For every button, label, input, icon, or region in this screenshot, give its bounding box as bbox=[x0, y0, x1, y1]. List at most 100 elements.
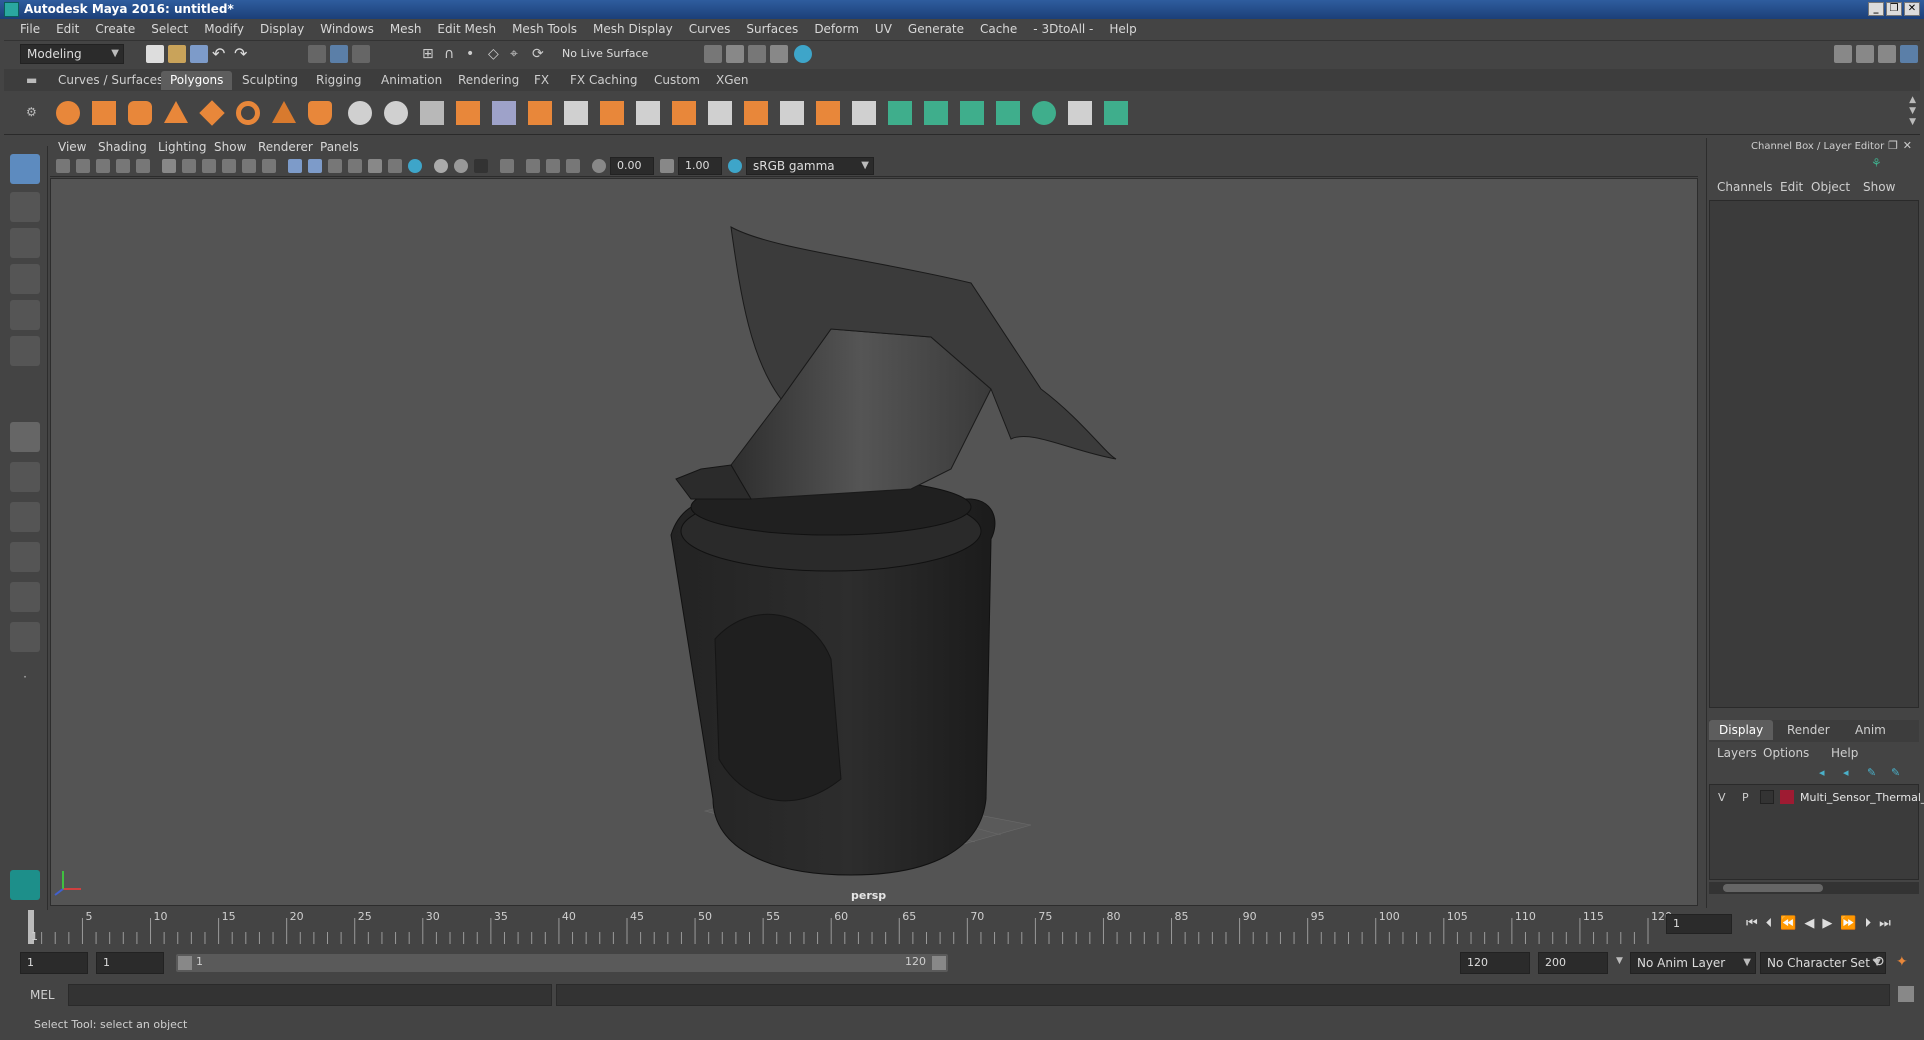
tab-rigging[interactable]: Rigging bbox=[307, 71, 370, 90]
menu-select[interactable]: Select bbox=[143, 22, 196, 36]
grease-pencil-icon[interactable] bbox=[136, 159, 150, 173]
bevel-icon[interactable] bbox=[564, 101, 588, 125]
textured-icon[interactable] bbox=[368, 159, 382, 173]
minimize-icon[interactable]: _ bbox=[1868, 2, 1884, 16]
step-forward-key-icon[interactable]: ⏩ bbox=[1840, 916, 1864, 931]
ipr-render-icon[interactable] bbox=[748, 45, 766, 63]
wireframe-icon[interactable] bbox=[288, 159, 302, 173]
uv-auto-icon[interactable] bbox=[996, 101, 1020, 125]
grid-toggle-icon[interactable] bbox=[162, 159, 176, 173]
panel-menu-lighting[interactable]: Lighting bbox=[158, 140, 207, 154]
snap-point-icon[interactable]: • bbox=[466, 45, 484, 63]
menu-create[interactable]: Create bbox=[87, 22, 143, 36]
redo-icon[interactable]: ↷ bbox=[234, 45, 252, 63]
snap-curve-icon[interactable]: ∩ bbox=[444, 45, 462, 63]
tab-rendering[interactable]: Rendering bbox=[449, 71, 528, 90]
uv-editor-icon[interactable] bbox=[1104, 101, 1128, 125]
shelf-menu-icon[interactable]: ▬ bbox=[26, 73, 37, 87]
lasso-tool-icon[interactable] bbox=[10, 192, 40, 222]
layer-menu-options[interactable]: Options bbox=[1763, 746, 1809, 760]
animation-preferences-icon[interactable]: ✦ bbox=[1896, 954, 1908, 970]
playback-start-field[interactable]: 1 bbox=[96, 952, 164, 974]
camera-attributes-icon[interactable] bbox=[76, 159, 90, 173]
color-management-icon[interactable] bbox=[728, 159, 742, 173]
snap-view-plane-icon[interactable]: ◇ bbox=[488, 45, 506, 63]
menu-generate[interactable]: Generate bbox=[900, 22, 972, 36]
menu-windows[interactable]: Windows bbox=[312, 22, 382, 36]
shelf-settings-icon[interactable]: ⚙ bbox=[26, 105, 37, 119]
panel-menu-shading[interactable]: Shading bbox=[98, 140, 147, 154]
auto-key-icon[interactable]: ⟲ bbox=[1872, 954, 1884, 970]
range-end-handle[interactable] bbox=[932, 956, 946, 970]
shelf-scroll-icon[interactable]: ▲ ▼ ▼ bbox=[1909, 95, 1916, 128]
more-layouts-icon[interactable]: · bbox=[10, 662, 40, 692]
sculpt-icon[interactable] bbox=[852, 101, 876, 125]
poly-sphere-icon[interactable] bbox=[56, 101, 80, 125]
outliner-layout-icon[interactable] bbox=[10, 622, 40, 652]
go-to-end-icon[interactable]: ⏭ bbox=[1879, 916, 1899, 931]
channel-list[interactable] bbox=[1709, 200, 1919, 708]
layer-tab-display[interactable]: Display bbox=[1709, 720, 1774, 740]
select-object-icon[interactable] bbox=[330, 45, 348, 63]
tab-fx-caching[interactable]: FX Caching bbox=[561, 71, 646, 90]
float-panel-icon[interactable]: ❐ bbox=[1888, 139, 1898, 152]
play-forward-icon[interactable]: ▶ bbox=[1822, 916, 1840, 931]
step-forward-icon[interactable]: ⏵ bbox=[1865, 916, 1880, 931]
cb-menu-object[interactable]: Object bbox=[1811, 180, 1850, 194]
new-layer-selected-icon[interactable]: ✎ bbox=[1891, 766, 1900, 779]
gamma-field[interactable]: 1.00 bbox=[678, 157, 722, 175]
gamma-icon[interactable] bbox=[660, 159, 674, 173]
select-component-icon[interactable] bbox=[352, 45, 370, 63]
go-to-start-icon[interactable]: ⏮ bbox=[1746, 916, 1766, 931]
select-hierarchy-icon[interactable] bbox=[308, 45, 326, 63]
separate-icon[interactable] bbox=[384, 101, 408, 125]
smooth-shade-icon[interactable] bbox=[308, 159, 322, 173]
channel-filter-icon[interactable]: ⚘ bbox=[1871, 156, 1882, 170]
tab-curves-surfaces[interactable]: Curves / Surfaces bbox=[49, 71, 172, 90]
wireframe-on-shaded-icon[interactable] bbox=[348, 159, 362, 173]
default-material-icon[interactable] bbox=[328, 159, 342, 173]
menu-mesh[interactable]: Mesh bbox=[382, 22, 430, 36]
xray-joints-icon[interactable] bbox=[546, 159, 560, 173]
layer-scrollbar[interactable] bbox=[1709, 882, 1919, 894]
menu-modify[interactable]: Modify bbox=[196, 22, 252, 36]
resolution-gate-icon[interactable] bbox=[202, 159, 216, 173]
character-set-dropdown[interactable]: No Character Set ▼ bbox=[1760, 952, 1886, 974]
poly-cylinder-icon[interactable] bbox=[128, 101, 152, 125]
move-layer-up-icon[interactable]: ◂ bbox=[1819, 766, 1825, 779]
command-input[interactable] bbox=[68, 984, 552, 1006]
step-back-key-icon[interactable]: ⏪ bbox=[1780, 916, 1804, 931]
uv-spherical-icon[interactable] bbox=[960, 101, 984, 125]
menu-curves[interactable]: Curves bbox=[681, 22, 739, 36]
exposure-icon[interactable] bbox=[592, 159, 606, 173]
isolate-select-icon[interactable] bbox=[500, 159, 514, 173]
range-start-handle[interactable] bbox=[178, 956, 192, 970]
cb-menu-channels[interactable]: Channels bbox=[1717, 180, 1773, 194]
smooth-icon[interactable] bbox=[456, 101, 480, 125]
menu-mesh-tools[interactable]: Mesh Tools bbox=[504, 22, 585, 36]
tab-sculpting[interactable]: Sculpting bbox=[233, 71, 307, 90]
gate-mask-icon[interactable] bbox=[222, 159, 236, 173]
playback-end-field[interactable]: 120 bbox=[1460, 952, 1530, 974]
uv-unfold-icon[interactable] bbox=[1032, 101, 1056, 125]
insert-edge-loop-icon[interactable] bbox=[636, 101, 660, 125]
color-space-dropdown[interactable]: sRGB gamma ▼ bbox=[746, 157, 874, 175]
uv-cylindrical-icon[interactable] bbox=[924, 101, 948, 125]
render-current-icon[interactable] bbox=[726, 45, 744, 63]
new-scene-icon[interactable] bbox=[146, 45, 164, 63]
anim-layer-dropdown[interactable]: No Anim Layer ▼ bbox=[1630, 952, 1756, 974]
image-plane-icon[interactable] bbox=[116, 159, 130, 173]
perspective-viewport[interactable]: persp bbox=[50, 178, 1698, 906]
persp-outliner-layout-icon[interactable] bbox=[10, 502, 40, 532]
menu-edit-mesh[interactable]: Edit Mesh bbox=[429, 22, 504, 36]
xray-icon[interactable] bbox=[526, 159, 540, 173]
layer-menu-layers[interactable]: Layers bbox=[1717, 746, 1757, 760]
film-gate-icon[interactable] bbox=[182, 159, 196, 173]
script-editor-icon[interactable] bbox=[1898, 986, 1914, 1002]
select-tool-icon[interactable] bbox=[10, 154, 40, 184]
cb-menu-edit[interactable]: Edit bbox=[1780, 180, 1803, 194]
save-scene-icon[interactable] bbox=[190, 45, 208, 63]
exposure-field[interactable]: 0.00 bbox=[610, 157, 654, 175]
panel-menu-view[interactable]: View bbox=[58, 140, 86, 154]
modeling-toolkit-icon[interactable] bbox=[1834, 45, 1852, 63]
